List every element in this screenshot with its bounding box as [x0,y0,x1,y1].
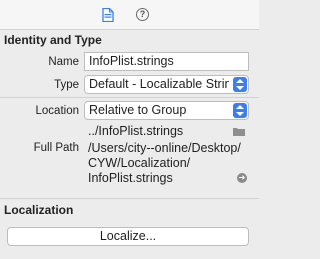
file-inspector-icon[interactable] [102,8,114,22]
name-field[interactable]: InfoPlist.strings [84,52,249,71]
type-popup-value: Default - Localizable Strings [89,77,229,91]
full-path-line-1: /Users/city--online/Desktop/ [88,141,241,155]
localize-button[interactable]: Localize... [7,227,249,246]
localization-header: Localization [4,203,74,217]
full-path-line-2: CYW/Localization/ [88,156,191,170]
popup-arrows-icon [233,103,247,118]
inspector-tab-bar: ? [0,0,259,30]
full-path-line-3: InfoPlist.strings [88,171,173,185]
location-label: Location [35,105,79,117]
identity-and-type-header: Identity and Type [4,33,102,47]
folder-icon[interactable] [233,127,245,136]
divider [0,198,259,199]
divider [0,97,259,98]
relative-path: ../InfoPlist.strings [88,124,184,138]
name-label: Name [48,56,79,68]
quick-help-icon[interactable]: ? [136,8,149,21]
reveal-in-finder-icon[interactable]: ➜ [237,173,247,183]
popup-arrows-icon [233,77,247,92]
type-label: Type [54,79,79,91]
location-popup[interactable]: Relative to Group [84,101,249,120]
full-path-label: Full Path [33,142,79,154]
location-popup-value: Relative to Group [89,103,187,117]
type-popup[interactable]: Default - Localizable Strings [84,75,249,94]
